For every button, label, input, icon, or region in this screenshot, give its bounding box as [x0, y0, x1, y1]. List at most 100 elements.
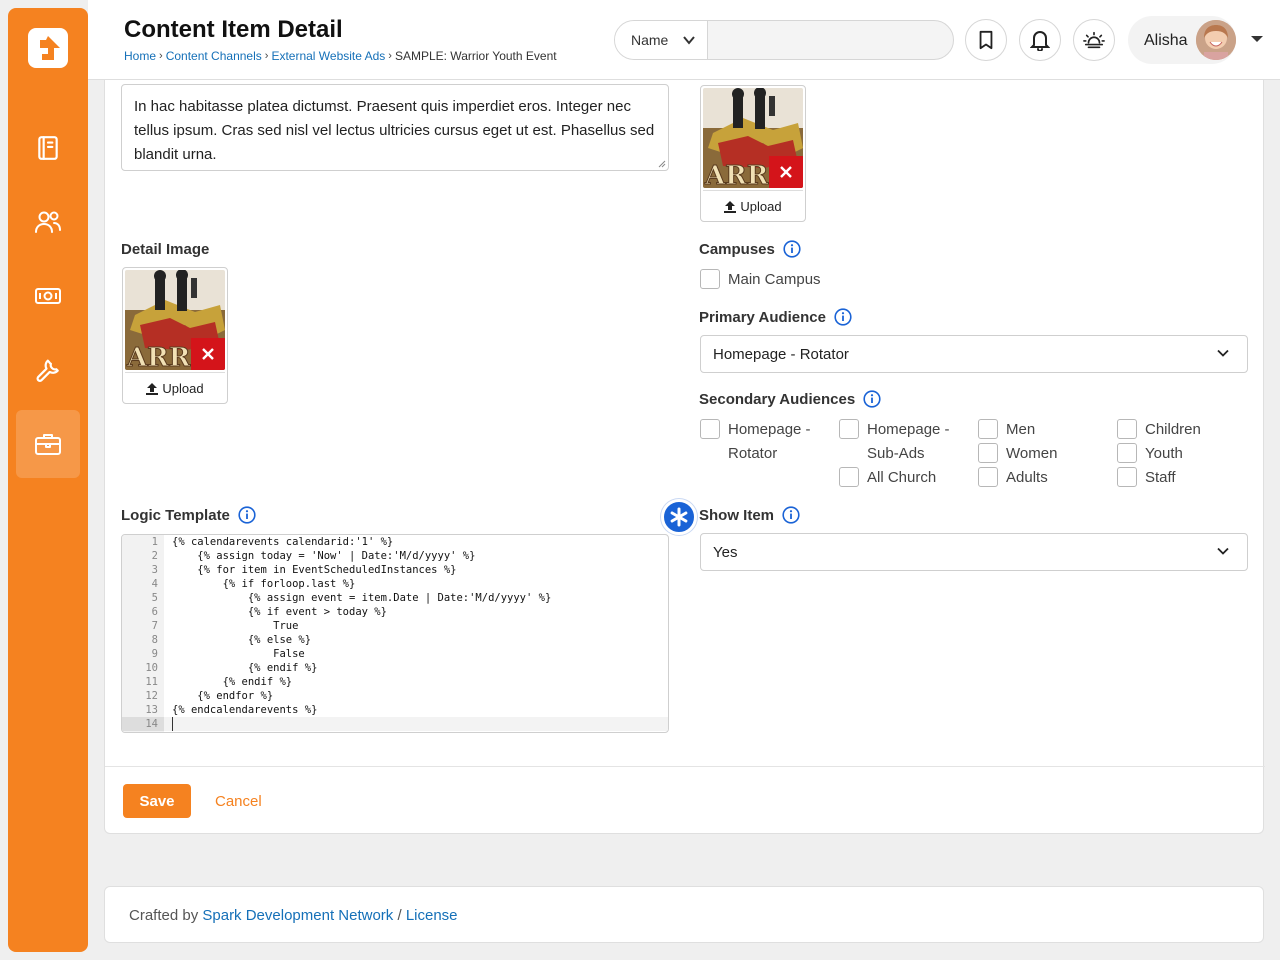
- campuses-label: Campuses: [699, 240, 801, 258]
- code-text: {% for item in EventScheduledInstances %…: [172, 564, 457, 576]
- code-text: {% calendarevents calendarid:'1' %}: [172, 536, 394, 548]
- chevron-right-icon: ›: [264, 50, 269, 62]
- briefcase-icon[interactable]: [16, 410, 80, 478]
- people-icon[interactable]: [16, 188, 80, 256]
- line-number: 3: [151, 564, 158, 576]
- audience-checkbox-children[interactable]: Children: [1117, 418, 1201, 442]
- book-icon[interactable]: [16, 114, 80, 182]
- sidebar: [8, 8, 88, 952]
- detail-image-uploader: ARR Upload: [122, 267, 228, 404]
- breadcrumb-current: SAMPLE: Warrior Youth Event: [394, 49, 557, 63]
- svg-text:ARR: ARR: [704, 161, 769, 188]
- info-icon[interactable]: [863, 390, 881, 408]
- primary-audience-select[interactable]: Homepage - Rotator: [700, 335, 1248, 373]
- info-icon[interactable]: [238, 506, 256, 524]
- line-number: 10: [145, 662, 158, 674]
- audience-checkbox-all-church[interactable]: All Church: [839, 466, 936, 490]
- detail-image-label: Detail Image: [121, 241, 210, 258]
- close-icon: [202, 348, 214, 360]
- content-item-form: In hac habitasse platea dictumst. Praese…: [104, 80, 1265, 834]
- show-item-label: Show Item: [699, 506, 800, 524]
- code-text: {% endcalendarevents %}: [172, 704, 318, 716]
- code-text: {% else %}: [172, 634, 312, 646]
- summary-textarea[interactable]: In hac habitasse platea dictumst. Praese…: [121, 84, 669, 171]
- chevron-right-icon: ›: [159, 50, 163, 62]
- code-text: {% assign event = item.Date | Date:'M/d/…: [172, 592, 552, 604]
- line-number: 5: [151, 592, 158, 604]
- text-cursor: [172, 717, 173, 731]
- search-input[interactable]: [708, 21, 953, 59]
- breadcrumb: Home › Content Channels › External Websi…: [124, 49, 557, 63]
- footer: Crafted by Spark Development Network / L…: [104, 886, 1264, 943]
- save-button[interactable]: Save: [123, 784, 191, 818]
- logic-template-editor[interactable]: 1 {% calendarevents calendarid:'1' %} 2 {%…: [121, 534, 669, 733]
- audience-checkbox-homepage-rotator[interactable]: Homepage - Rotator: [700, 418, 825, 466]
- bookmark-icon: [979, 30, 993, 50]
- info-icon[interactable]: [782, 506, 800, 524]
- code-text: {% if event > today %}: [172, 606, 387, 618]
- code-text: {% assign today = 'Now' | Date:'M/d/yyyy…: [172, 550, 476, 562]
- user-name: Alisha: [1144, 32, 1188, 49]
- code-text: {% if forloop.last %}: [172, 578, 356, 590]
- code-text: {% endif %}: [172, 662, 318, 674]
- bookmark-button[interactable]: [965, 19, 1007, 61]
- spark-link[interactable]: Spark Development Network: [202, 907, 393, 924]
- upload-button[interactable]: Upload: [703, 190, 803, 222]
- upload-icon: [146, 383, 159, 395]
- theme-toggle-button[interactable]: [1073, 19, 1115, 61]
- logo-icon[interactable]: [28, 28, 68, 68]
- remove-image-button[interactable]: [769, 156, 803, 188]
- line-number: 14: [145, 718, 158, 730]
- breadcrumb-content-channels[interactable]: Content Channels: [166, 49, 262, 63]
- close-icon: [780, 166, 792, 178]
- search-type-select[interactable]: Name: [615, 21, 708, 59]
- bell-icon: [1030, 31, 1050, 51]
- license-link[interactable]: License: [406, 907, 458, 924]
- info-icon[interactable]: [834, 308, 852, 326]
- audience-checkbox-homepage-sub-ads[interactable]: Homepage - Sub-Ads: [839, 418, 964, 466]
- money-icon[interactable]: [16, 262, 80, 330]
- image-uploader: ARR Upload: [700, 85, 806, 222]
- audience-checkbox-youth[interactable]: Youth: [1117, 442, 1183, 466]
- line-number: 11: [145, 676, 158, 688]
- line-number: 4: [151, 578, 158, 590]
- header: Content Item Detail Home › Content Chann…: [88, 0, 1280, 80]
- remove-detail-image-button[interactable]: [191, 338, 225, 370]
- audience-checkbox-staff[interactable]: Staff: [1117, 466, 1176, 490]
- audience-checkbox-women[interactable]: Women: [978, 442, 1057, 466]
- info-icon[interactable]: [783, 240, 801, 258]
- resize-grip-icon[interactable]: [656, 158, 666, 168]
- line-number: 2: [151, 550, 158, 562]
- breadcrumb-channel[interactable]: External Website Ads: [271, 49, 385, 63]
- chevron-down-icon: [1217, 349, 1229, 357]
- chevron-right-icon: ›: [388, 50, 392, 62]
- sun-horizon-icon: [1083, 31, 1105, 49]
- page-title: Content Item Detail: [124, 16, 343, 43]
- code-text: {% endfor %}: [172, 690, 274, 702]
- wrench-icon[interactable]: [16, 336, 80, 404]
- audience-checkbox-adults[interactable]: Adults: [978, 466, 1048, 490]
- campus-checkbox-main[interactable]: Main Campus: [700, 268, 821, 292]
- audience-checkbox-men[interactable]: Men: [978, 418, 1035, 442]
- chevron-down-icon: [1217, 547, 1229, 555]
- line-number: 12: [145, 690, 158, 702]
- primary-audience-label: Primary Audience: [699, 308, 852, 326]
- footer-text: Crafted by Spark Development Network / L…: [129, 907, 458, 924]
- logic-template-label: Logic Template: [121, 506, 256, 524]
- show-item-select[interactable]: Yes: [700, 533, 1248, 571]
- line-number: 8: [151, 634, 158, 646]
- secondary-audiences-label: Secondary Audiences: [699, 390, 881, 408]
- breadcrumb-home[interactable]: Home: [124, 49, 156, 63]
- caret-down-icon: [683, 36, 695, 45]
- line-number: 7: [151, 620, 158, 632]
- search-bar: Name: [614, 20, 954, 60]
- user-menu[interactable]: Alisha: [1128, 16, 1236, 64]
- divider: [105, 766, 1265, 767]
- detail-upload-button[interactable]: Upload: [125, 372, 225, 404]
- cancel-link[interactable]: Cancel: [215, 793, 262, 810]
- required-asterisk-icon: [661, 499, 697, 535]
- line-number: 6: [151, 606, 158, 618]
- notifications-button[interactable]: [1019, 19, 1061, 61]
- line-number: 13: [145, 704, 158, 716]
- chevron-down-icon[interactable]: [1250, 34, 1264, 44]
